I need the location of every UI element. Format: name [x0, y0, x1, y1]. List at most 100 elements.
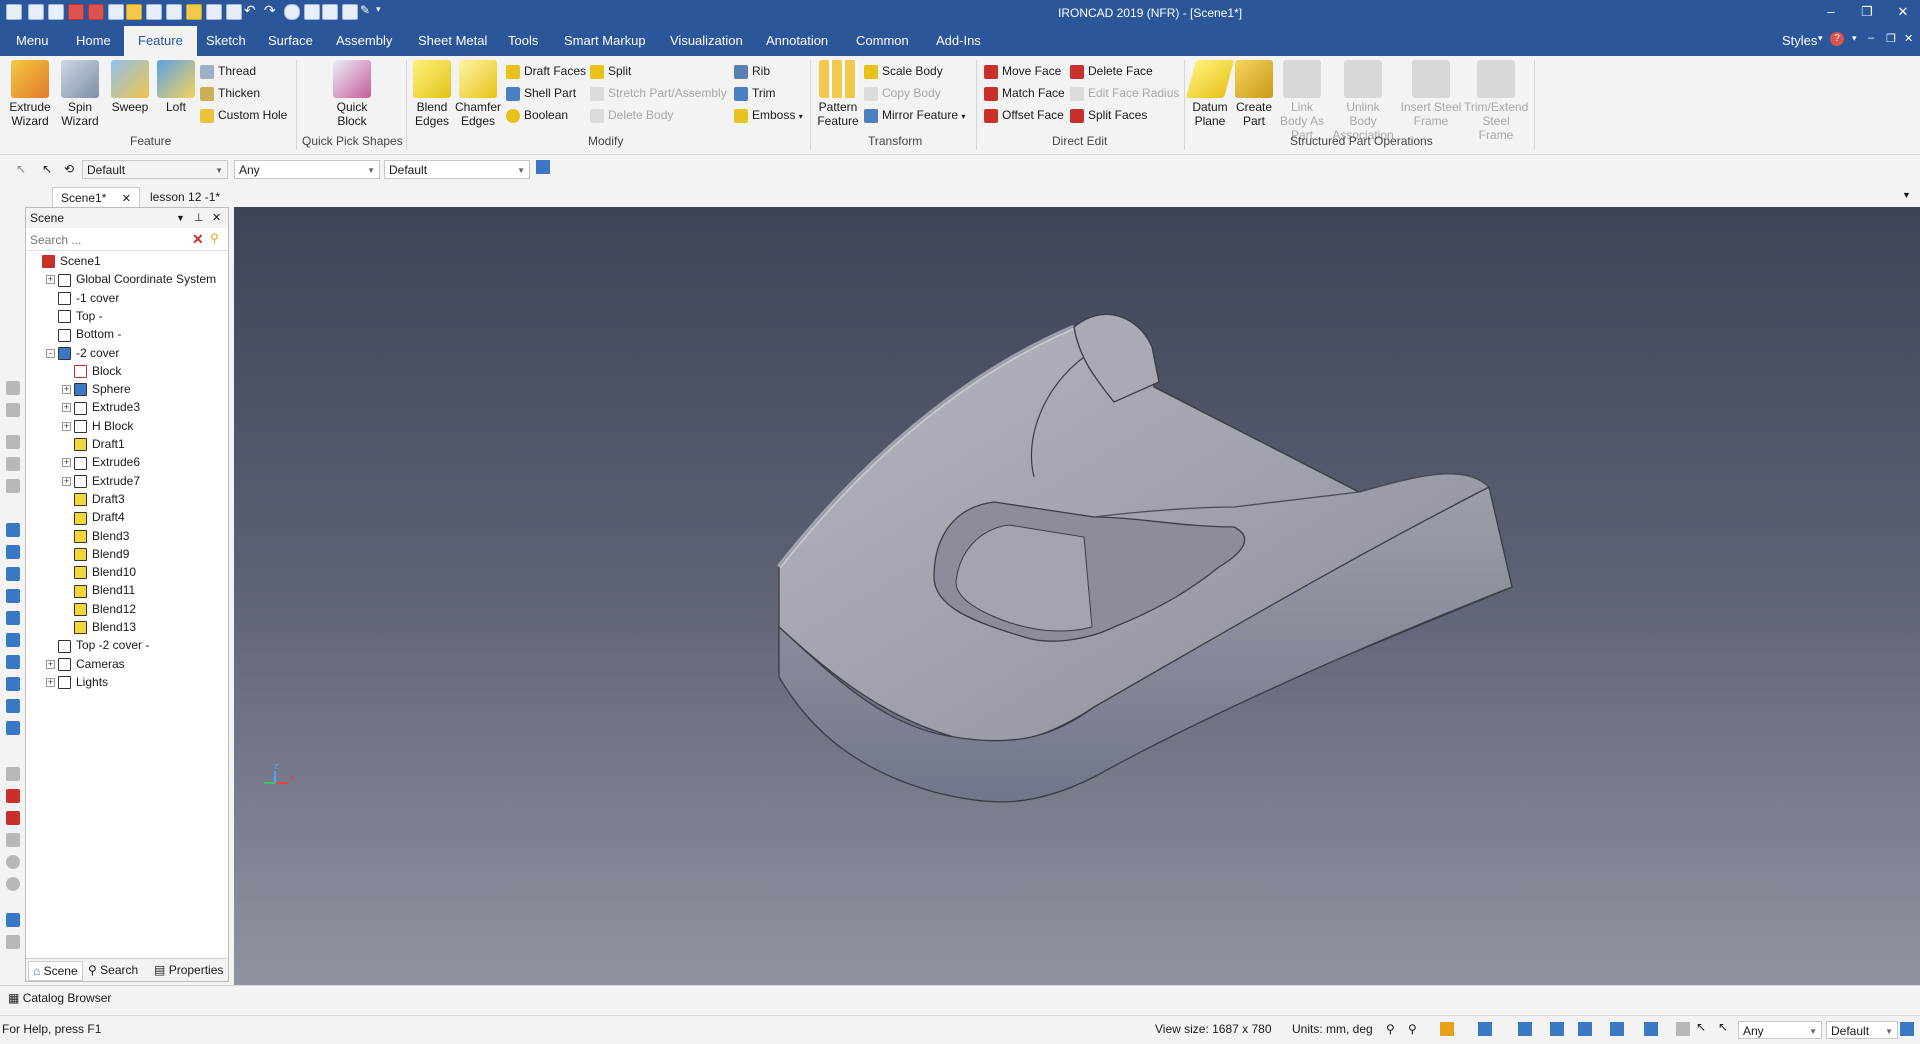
chamfer-edges-button[interactable]: Chamfer Edges [454, 60, 502, 128]
pin-icon[interactable]: ⊥ [194, 208, 204, 228]
link-body-button[interactable]: Link Body As Part [1276, 60, 1328, 142]
circle-icon[interactable] [6, 877, 20, 891]
tree-item[interactable]: Block [74, 362, 121, 380]
copy-body-button[interactable]: Copy Body [864, 84, 941, 102]
block-icon[interactable] [6, 523, 20, 537]
blend-edges-button[interactable]: Blend Edges [408, 60, 456, 128]
zoom-icon[interactable]: ⚲ [1386, 1022, 1395, 1036]
emboss-button[interactable]: Emboss ▾ [734, 106, 803, 124]
style-combo[interactable]: Default ▼ [82, 160, 228, 179]
tree-expander[interactable]: + [62, 421, 71, 431]
delete-body-button[interactable]: Delete Body [590, 106, 673, 124]
delete-face-button[interactable]: Delete Face [1070, 62, 1153, 80]
tab-smart-markup[interactable]: Smart Markup [562, 26, 648, 56]
tab-scene[interactable]: ⌂ Scene [28, 961, 83, 981]
cut-icon[interactable] [206, 4, 222, 20]
doc-minimize-icon[interactable]: – [1868, 32, 1874, 44]
sketch-icon[interactable] [6, 767, 20, 781]
custom-hole-button[interactable]: Custom Hole [200, 106, 287, 124]
open-folder-icon[interactable] [126, 4, 142, 20]
tree-item[interactable]: Extrude3 [74, 398, 140, 416]
tab-search[interactable]: ⚲ Search [88, 961, 138, 979]
tree-item[interactable]: Lights [58, 673, 108, 691]
tree-item[interactable]: Draft1 [74, 435, 125, 453]
new-icon[interactable] [28, 4, 44, 20]
doc-restore-icon[interactable]: ❐ [1886, 32, 1896, 45]
tree-expander[interactable]: + [62, 403, 71, 413]
tree-expander[interactable]: + [46, 275, 55, 285]
insert-steel-frame-button[interactable]: Insert Steel Frame [1400, 60, 1462, 128]
layout-icon[interactable] [342, 4, 358, 20]
block-icon[interactable] [6, 655, 20, 669]
tabs-dropdown-icon[interactable]: ▼ [1902, 190, 1911, 200]
tree-item[interactable]: Blend10 [74, 563, 136, 581]
sweep-button[interactable]: Sweep [106, 60, 154, 114]
layer-combo[interactable]: Default ▼ [384, 160, 530, 179]
offset-face-button[interactable]: Offset Face [984, 106, 1064, 124]
tree-item[interactable]: -2 cover [58, 344, 119, 362]
ruler-icon[interactable] [6, 935, 20, 949]
part-model[interactable] [234, 207, 1920, 985]
tree-expander[interactable]: + [62, 476, 71, 486]
block-icon[interactable] [6, 589, 20, 603]
catalog-browser-tab[interactable]: ▦ Catalog Browser [8, 991, 111, 1005]
zoom-icon[interactable]: ⚲ [1408, 1022, 1417, 1036]
draft-faces-button[interactable]: Draft Faces [506, 62, 586, 80]
tab-feature[interactable]: Feature [124, 26, 197, 56]
block-icon[interactable] [6, 721, 20, 735]
tab-sketch[interactable]: Sketch [204, 26, 248, 56]
trim-extend-button[interactable]: Trim/Extend Steel Frame [1464, 60, 1528, 142]
tree-item[interactable]: Top - [58, 307, 103, 325]
trim-button[interactable]: Trim [734, 84, 776, 102]
datum-plane-button[interactable]: Datum Plane [1185, 60, 1235, 128]
angle-icon[interactable] [6, 833, 20, 847]
unlink-body-button[interactable]: Unlink Body Association [1332, 60, 1394, 142]
view-icon[interactable] [1518, 1022, 1532, 1036]
customize-quickaccess-icon[interactable]: ▾ [376, 4, 381, 15]
save-icon[interactable] [146, 4, 162, 20]
styles-menu[interactable]: Styles [1780, 26, 1819, 56]
display-icon[interactable] [1578, 1022, 1592, 1036]
tool-icon[interactable] [6, 403, 20, 417]
tool-icon[interactable] [6, 479, 20, 493]
render-icon[interactable] [284, 4, 300, 20]
tree-expander[interactable]: + [46, 677, 55, 687]
select-icon[interactable]: ↖ [1718, 1020, 1728, 1034]
split-button[interactable]: Split [590, 62, 631, 80]
tree-expander[interactable]: - [46, 348, 55, 358]
scale-body-button[interactable]: Scale Body [864, 62, 943, 80]
close-icon[interactable]: ✕ [1888, 2, 1918, 22]
tree-item[interactable]: Blend12 [74, 600, 136, 618]
circle-icon[interactable] [6, 855, 20, 869]
close-icon[interactable]: ✕ [212, 208, 221, 228]
new-scene-icon[interactable] [48, 4, 64, 20]
split-faces-button[interactable]: Split Faces [1070, 106, 1147, 124]
tree-item[interactable]: Blend3 [74, 527, 129, 545]
move-face-button[interactable]: Move Face [984, 62, 1061, 80]
tab-visualization[interactable]: Visualization [668, 26, 745, 56]
boolean-button[interactable]: Boolean [506, 106, 568, 124]
save-as-icon[interactable] [108, 4, 124, 20]
tab-add-ins[interactable]: Add-Ins [934, 26, 983, 56]
hierarchy-icon[interactable] [1900, 1022, 1914, 1036]
block-icon[interactable] [6, 567, 20, 581]
tree-expander[interactable]: + [46, 659, 55, 669]
block-icon[interactable] [6, 633, 20, 647]
tree-item[interactable]: Global Coordinate System [58, 270, 216, 288]
minimize-icon[interactable]: – [1816, 2, 1846, 22]
tree-item[interactable]: Draft4 [74, 508, 125, 526]
print-icon[interactable] [166, 4, 182, 20]
mirror-feature-button[interactable]: Mirror Feature ▾ [864, 106, 965, 124]
tab-lesson-12[interactable]: lesson 12 -1* [142, 187, 228, 207]
display-icon[interactable] [1610, 1022, 1624, 1036]
tree-item[interactable]: Blend11 [74, 581, 135, 599]
dimension-icon[interactable] [6, 789, 20, 803]
filter-combo[interactable]: Any ▼ [234, 160, 380, 179]
tree-item[interactable]: Blend9 [74, 545, 129, 563]
pattern-feature-button[interactable]: Pattern Feature [814, 60, 862, 128]
snap-icon[interactable] [1676, 1022, 1690, 1036]
tree-expander[interactable]: + [62, 458, 71, 468]
pdf-icon[interactable] [68, 4, 84, 20]
doc-close-icon[interactable]: ✕ [1904, 32, 1913, 45]
quick-block-button[interactable]: Quick Block [326, 60, 378, 128]
